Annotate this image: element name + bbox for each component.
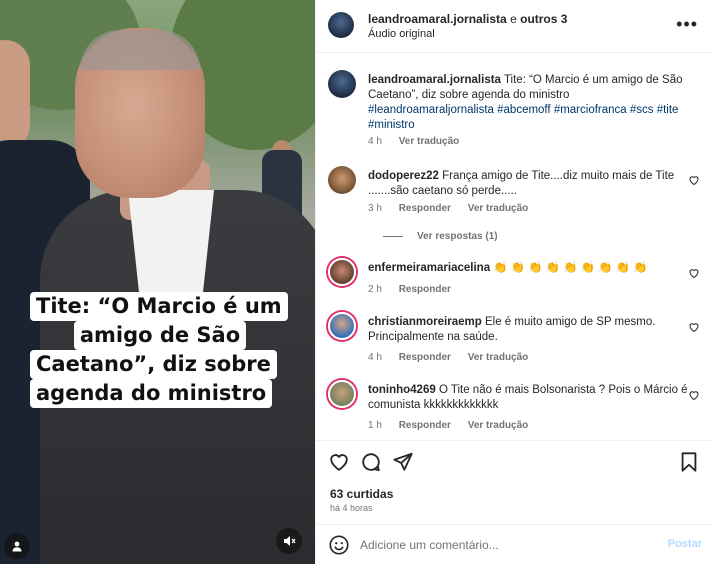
side-person [0, 40, 30, 150]
caption-hashtags[interactable]: #leandroamaraljornalista #abcemoff #marc… [368, 103, 688, 133]
comment-username[interactable]: christianmoreiraemp [368, 316, 482, 328]
comment-username[interactable]: toninho4269 [368, 384, 436, 396]
see-translation-link[interactable]: Ver tradução [468, 203, 529, 214]
view-replies-button[interactable]: Ver respostas (1) [383, 231, 498, 242]
author-avatar[interactable] [328, 70, 356, 98]
subject-hair [80, 30, 200, 70]
comment-meta: 3 h Responder Ver tradução [368, 203, 542, 214]
caption-time: 4 h [368, 136, 382, 147]
commenter-avatar[interactable] [328, 166, 356, 194]
see-translation-link[interactable]: Ver tradução [468, 420, 529, 431]
post-header: leandroamaral.jornalista e outros 3 Áudi… [316, 0, 711, 53]
post-details-panel: leandroamaral.jornalista e outros 3 Áudi… [315, 0, 711, 564]
comment-meta: 1 h Responder Ver tradução [368, 420, 542, 431]
author-joiner: e [510, 12, 517, 26]
person-icon [12, 541, 22, 552]
comment-meta: 4 h Responder Ver tradução [368, 352, 542, 363]
reply-link[interactable]: Responder [399, 284, 451, 295]
audio-link[interactable]: Áudio original [368, 28, 435, 40]
more-horizontal-icon: ••• [676, 14, 698, 34]
comment-input[interactable] [360, 535, 660, 555]
overlay-line: Caetano”, diz sobre [30, 350, 277, 379]
caption-body: leandroamaral.jornalista Tite: “O Marcio… [368, 73, 688, 133]
commenter-avatar[interactable] [328, 258, 356, 286]
overlay-line: agenda do ministro [30, 379, 273, 408]
comment-time: 1 h [368, 420, 382, 431]
likes-count[interactable]: 63 curtidas [330, 487, 393, 501]
like-comment-heart-icon[interactable] [688, 321, 700, 333]
more-options-button[interactable]: ••• [676, 14, 698, 35]
comment-bubble-icon[interactable] [360, 451, 382, 473]
author-username[interactable]: leandroamaral.jornalista [368, 12, 507, 26]
commenter-avatar[interactable] [328, 380, 356, 408]
like-comment-heart-icon[interactable] [688, 267, 700, 279]
like-comment-heart-icon[interactable] [688, 174, 700, 186]
comment-username[interactable]: enfermeiramariacelina [368, 262, 490, 274]
add-comment-bar: Postar [316, 524, 711, 564]
collaborators-link[interactable]: outros 3 [520, 12, 567, 26]
post-actions: 63 curtidas há 4 horas [316, 440, 711, 523]
speaker-muted-icon [284, 536, 296, 546]
commenter-avatar[interactable] [328, 312, 356, 340]
share-paper-plane-icon[interactable] [392, 451, 414, 473]
caption-meta: 4 h Ver tradução [368, 136, 473, 147]
replies-divider [383, 235, 403, 237]
comments-list[interactable]: leandroamaral.jornalista Tite: “O Marcio… [316, 54, 711, 440]
comment-time: 2 h [368, 284, 382, 295]
overlay-line: amigo de São [73, 321, 247, 350]
like-heart-icon[interactable] [328, 451, 350, 473]
comment-meta: 2 h Responder [368, 284, 465, 295]
overlay-line: Tite: “O Marcio é um [30, 292, 288, 321]
author-avatar[interactable] [328, 12, 354, 38]
comment-username[interactable]: dodoperez22 [368, 170, 439, 182]
like-comment-heart-icon[interactable] [688, 389, 700, 401]
post-author-line: leandroamaral.jornalista e outros 3 [368, 12, 567, 26]
caption-username[interactable]: leandroamaral.jornalista [368, 74, 501, 86]
tagged-users-button[interactable] [4, 533, 30, 559]
comment-time: 4 h [368, 352, 382, 363]
comment-body: dodoperez22 França amigo de Tite....diz … [368, 169, 688, 199]
post-comment-button[interactable]: Postar [668, 538, 702, 550]
reply-link[interactable]: Responder [399, 203, 451, 214]
mute-button[interactable] [276, 528, 302, 554]
post-timestamp: há 4 horas [330, 503, 373, 513]
see-translation-link[interactable]: Ver tradução [399, 136, 460, 147]
comment-time: 3 h [368, 203, 382, 214]
reply-link[interactable]: Responder [399, 420, 451, 431]
view-replies-label: Ver respostas (1) [417, 231, 498, 242]
comment-text: 👏 👏 👏 👏 👏 👏 👏 👏 👏 [493, 262, 648, 274]
comment-body: toninho4269 O Tite não é mais Bolsonaris… [368, 383, 688, 413]
save-bookmark-icon[interactable] [678, 451, 700, 473]
video-caption-overlay: Tite: “O Marcio é um amigo de São Caetan… [30, 292, 290, 408]
post-modal: Tite: “O Marcio é um amigo de São Caetan… [0, 0, 711, 564]
comment-body: christianmoreiraemp Ele é muito amigo de… [368, 315, 688, 345]
reply-link[interactable]: Responder [399, 352, 451, 363]
post-video[interactable]: Tite: “O Marcio é um amigo de São Caetan… [0, 0, 315, 564]
comment-body: enfermeiramariacelina 👏 👏 👏 👏 👏 👏 👏 👏 👏 [368, 261, 688, 276]
emoji-smiley-icon[interactable] [328, 534, 350, 556]
see-translation-link[interactable]: Ver tradução [468, 352, 529, 363]
